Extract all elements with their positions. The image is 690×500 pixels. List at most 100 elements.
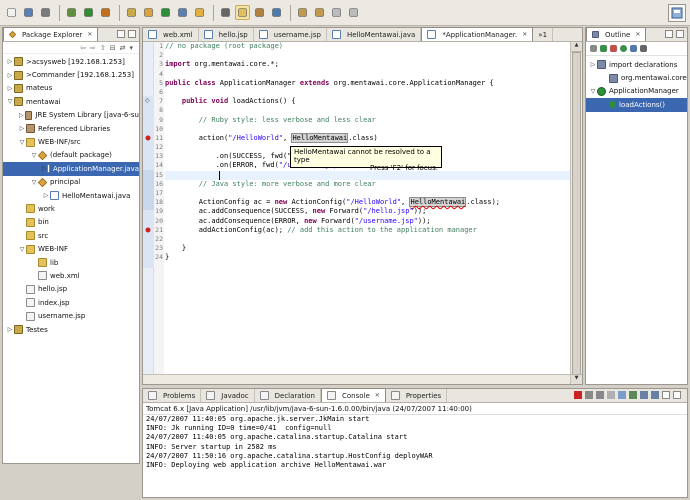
editor-tab[interactable]: HelloMentawai.java	[327, 28, 422, 41]
console-tab[interactable]: Declaration	[255, 389, 321, 402]
tree-item[interactable]: work	[3, 202, 139, 215]
new-class-icon[interactable]	[158, 5, 173, 20]
tree-item[interactable]: ▷ ApplicationManager.java	[3, 162, 139, 176]
minimize-icon[interactable]	[117, 30, 125, 38]
collapse-icon[interactable]: ▽	[6, 98, 14, 105]
tree-item[interactable]: username.jsp	[3, 309, 139, 322]
web-icon[interactable]	[269, 5, 284, 20]
collapse-icon[interactable]: ▽	[18, 246, 26, 253]
prev-annotation-icon[interactable]	[312, 5, 327, 20]
tree-item[interactable]: ▷ HelloMentawai.java	[3, 189, 139, 202]
scroll-down-icon[interactable]: ▼	[571, 374, 582, 384]
new-package-icon[interactable]	[141, 5, 156, 20]
tree-item[interactable]: ▷ >Commander [192.168.1.253]	[3, 68, 139, 81]
editor-tab[interactable]: username.jsp	[254, 28, 327, 41]
scroll-thumb[interactable]	[572, 52, 581, 382]
close-icon[interactable]: ✕	[635, 31, 640, 38]
code-area[interactable]: 1// no package (root package) 2 3 import or…	[155, 42, 570, 384]
editor-tab[interactable]: hello.jsp	[199, 28, 254, 41]
hide-nonpublic-icon[interactable]	[620, 45, 627, 52]
hide-fields-icon[interactable]	[600, 45, 607, 52]
back-icon[interactable]: ⇦	[80, 44, 86, 53]
java-perspective-icon[interactable]	[668, 4, 686, 22]
pin-console-icon[interactable]	[629, 391, 637, 399]
up-icon[interactable]: ⇧	[100, 44, 106, 53]
editor-horizontal-scrollbar[interactable]	[143, 374, 570, 384]
tree-item[interactable]: bin	[3, 216, 139, 229]
maximize-icon[interactable]	[128, 30, 136, 38]
expand-icon[interactable]: ▷	[18, 112, 25, 119]
tree-item[interactable]: ▽ ApplicationManager	[586, 85, 687, 98]
scroll-lock-icon[interactable]	[618, 391, 626, 399]
annotation-icon[interactable]	[252, 5, 267, 20]
pin-icon[interactable]	[218, 5, 233, 20]
console-tab[interactable]: Properties	[386, 389, 448, 402]
tree-item[interactable]: ▽ WEB-INF/src	[3, 135, 139, 148]
minimize-icon[interactable]	[662, 391, 670, 399]
tree-item[interactable]: src	[3, 229, 139, 242]
editor-tab-overflow[interactable]: »1	[533, 28, 554, 41]
console-tab[interactable]: Problems	[143, 389, 202, 402]
mark-occurrences-icon[interactable]	[235, 5, 250, 20]
new-project-icon[interactable]	[124, 5, 139, 20]
console-tab[interactable]: Javadoc	[201, 389, 255, 402]
tab-outline[interactable]: Outline ✕	[586, 27, 647, 41]
expand-icon[interactable]: ▷	[6, 326, 14, 333]
tree-item[interactable]: lib	[3, 256, 139, 269]
minimize-icon[interactable]	[665, 30, 673, 38]
view-menu-icon[interactable]: ▾	[129, 44, 133, 53]
forward-icon[interactable]: ⇨	[90, 44, 96, 53]
back-icon[interactable]	[329, 5, 344, 20]
console-output[interactable]: 24/07/2007 11:40:05 org.apache.jk.server…	[143, 415, 687, 470]
hide-local-types-icon[interactable]	[630, 45, 637, 52]
tree-item[interactable]: ▷ Referenced Libraries	[3, 122, 139, 135]
open-console-icon[interactable]	[651, 391, 659, 399]
save-icon[interactable]	[21, 5, 36, 20]
tree-item[interactable]: ▷ >acsysweb [192.168.1.253]	[3, 55, 139, 68]
search-icon[interactable]	[192, 5, 207, 20]
tree-item[interactable]: ▷ Testes	[3, 323, 139, 336]
collapse-icon[interactable]: ▽	[18, 139, 26, 146]
editor-vertical-scrollbar[interactable]: ▲ ▼	[570, 42, 582, 384]
expand-icon[interactable]: ▷	[18, 125, 26, 132]
terminate-icon[interactable]	[574, 391, 582, 399]
remove-all-icon[interactable]	[596, 391, 604, 399]
close-icon[interactable]: ✕	[87, 31, 92, 38]
console-body[interactable]: Tomcat 6.x [Java Application] /usr/lib/j…	[143, 403, 687, 497]
next-annotation-icon[interactable]	[295, 5, 310, 20]
tab-package-explorer[interactable]: Package Explorer ✕	[3, 27, 99, 41]
print-icon[interactable]	[38, 5, 53, 20]
display-console-icon[interactable]	[640, 391, 648, 399]
clear-console-icon[interactable]	[607, 391, 615, 399]
error-tooltip[interactable]: HelloMentawai cannot be resolved to a ty…	[290, 146, 442, 172]
tree-item[interactable]: ▷ JRE System Library [java-6-su	[3, 109, 139, 122]
tree-item[interactable]: web.xml	[3, 269, 139, 282]
maximize-icon[interactable]	[676, 30, 684, 38]
tree-item[interactable]: ▽ WEB-INF	[3, 242, 139, 255]
tree-item[interactable]: ▷ mateus	[3, 82, 139, 95]
close-icon[interactable]: ✕	[522, 31, 527, 38]
hide-static-icon[interactable]	[610, 45, 617, 52]
scroll-up-icon[interactable]: ▲	[571, 42, 582, 52]
collapse-all-icon[interactable]: ⊟	[110, 44, 116, 53]
tree-item[interactable]: hello.jsp	[3, 283, 139, 296]
console-tab[interactable]: Console ✕	[321, 388, 386, 402]
tree-item[interactable]: ▽ mentawai	[3, 95, 139, 108]
tree-item[interactable]: ▽ (default package)	[3, 149, 139, 162]
expand-icon[interactable]: ▷	[42, 165, 47, 172]
external-tools-icon[interactable]	[98, 5, 113, 20]
tree-item[interactable]: org.mentawai.core	[586, 71, 687, 84]
close-icon[interactable]: ✕	[375, 392, 380, 399]
open-type-icon[interactable]	[175, 5, 190, 20]
link-editor-icon[interactable]: ⇄	[120, 44, 126, 53]
forward-icon[interactable]	[346, 5, 361, 20]
tree-item[interactable]: ▷ import declarations	[586, 58, 687, 71]
run-icon[interactable]	[81, 5, 96, 20]
sort-icon[interactable]	[590, 45, 597, 52]
tree-item[interactable]: ▽ principal	[3, 176, 139, 189]
expand-icon[interactable]: ▷	[6, 72, 14, 79]
collapse-icon[interactable]: ▽	[589, 88, 597, 95]
debug-icon[interactable]	[64, 5, 79, 20]
view-menu-icon[interactable]	[640, 45, 647, 52]
tree-item[interactable]: index.jsp	[3, 296, 139, 309]
